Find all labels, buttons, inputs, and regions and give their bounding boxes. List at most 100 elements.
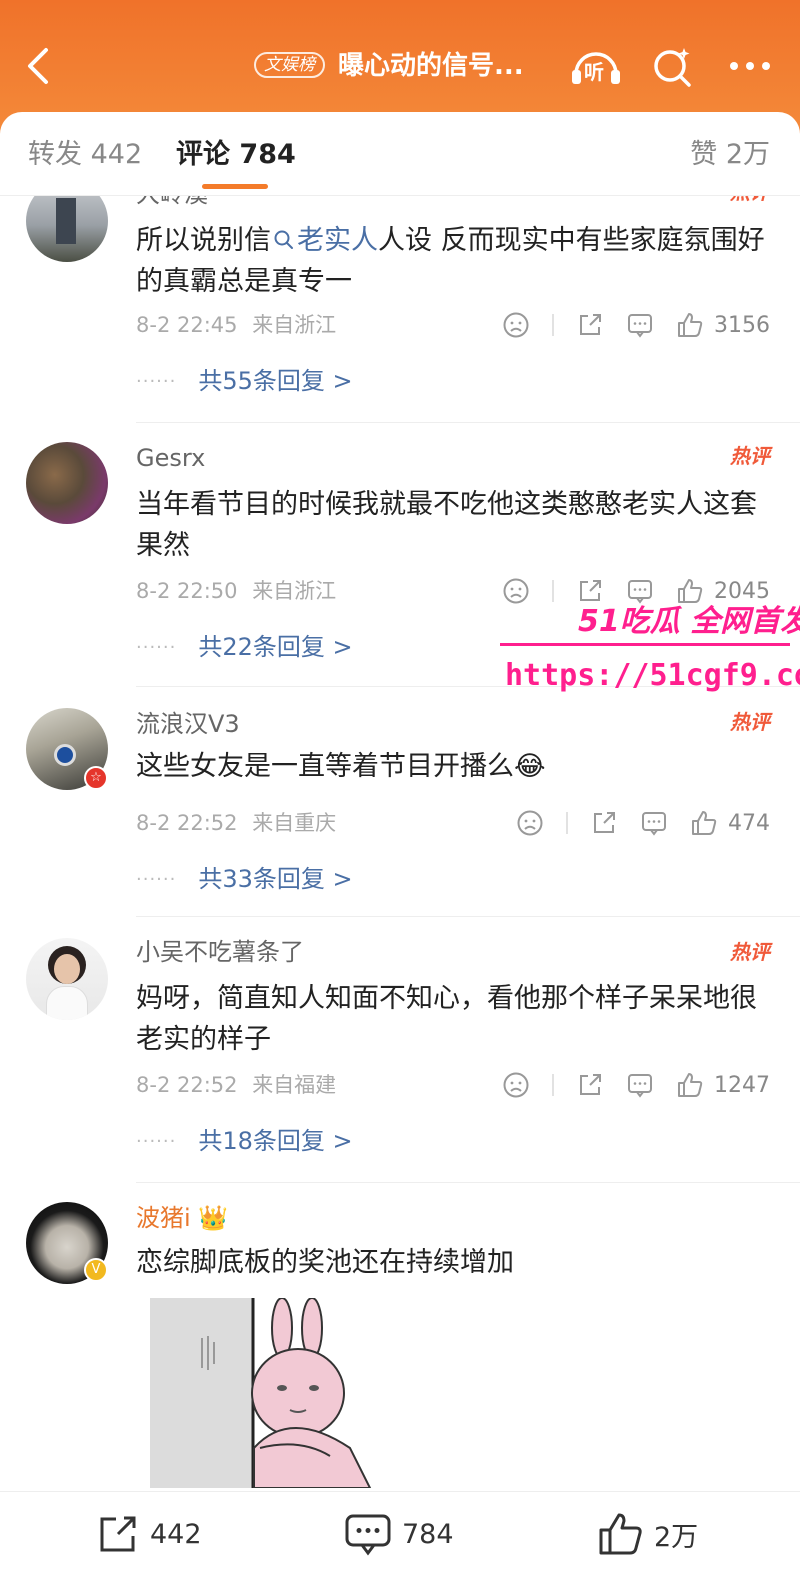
reply-count-label: 共33条回复 > bbox=[198, 865, 353, 893]
comment-actions: 1247 bbox=[480, 1068, 770, 1102]
thumb-up-icon bbox=[678, 1073, 703, 1097]
comment-meta: 8-2 22:52 来自福建 bbox=[136, 1070, 336, 1100]
comment-text-body: 这些女友是一直等着节目开播么 bbox=[136, 751, 514, 782]
share-icon[interactable] bbox=[576, 311, 604, 339]
avatar[interactable] bbox=[26, 196, 108, 262]
comment-location: 来自浙江 bbox=[252, 313, 337, 337]
like-button[interactable]: 1247 bbox=[676, 1071, 770, 1099]
watermark-line-1: 51吃瓜 全网首发 bbox=[578, 604, 800, 639]
reply-icon[interactable] bbox=[626, 311, 654, 339]
thumb-up-icon bbox=[678, 579, 703, 603]
reply-link[interactable]: ······ 共33条回复 > bbox=[136, 862, 353, 897]
comment-meta: 8-2 22:50 来自浙江 bbox=[136, 576, 336, 606]
comment-location: 来自重庆 bbox=[252, 811, 337, 835]
comment-text: 当年看节目的时候我就最不吃他这类憨憨老实人这套 果然 bbox=[136, 489, 757, 561]
divider bbox=[552, 1074, 554, 1096]
topic-link-label: 老实人 bbox=[297, 225, 378, 256]
like-button[interactable]: 3156 bbox=[676, 311, 770, 339]
like-count: 1247 bbox=[714, 1072, 770, 1098]
divider bbox=[552, 580, 554, 602]
comment-actions: 3156 bbox=[480, 308, 770, 342]
watermark-underline bbox=[500, 643, 790, 646]
divider bbox=[136, 1182, 800, 1183]
share-icon bbox=[100, 1516, 136, 1552]
tab-like[interactable]: 赞 2万 bbox=[690, 138, 770, 172]
bottom-comment-count: 784 bbox=[402, 1518, 454, 1550]
back-icon[interactable] bbox=[18, 44, 58, 88]
tab-repost-count: 442 bbox=[90, 139, 143, 170]
reply-link[interactable]: ······ 共55条回复 > bbox=[136, 364, 353, 399]
comment-actions: 474 bbox=[494, 806, 770, 840]
like-count: 474 bbox=[728, 810, 770, 836]
reply-icon[interactable] bbox=[640, 809, 668, 837]
username[interactable]: Gesrx bbox=[136, 442, 205, 474]
thumb-up-icon bbox=[692, 811, 717, 835]
tab-comment[interactable]: 评论 784 bbox=[176, 138, 296, 172]
like-count: 2045 bbox=[714, 578, 770, 604]
tab-bar: 转发 442 评论 784 赞 2万 bbox=[0, 112, 800, 196]
topic-tag[interactable]: 文娱榜 bbox=[254, 52, 325, 78]
tab-like-count: 2万 bbox=[725, 139, 770, 170]
verified-badge-icon: ☆ bbox=[84, 766, 108, 790]
watermark-line-2: https://51cgf9.com bbox=[505, 658, 800, 693]
comment-list[interactable]: 大岭溪 热评 所以说别信老实人人设 反而现实中有些家庭氛围好的真霸总是真专一 8… bbox=[0, 196, 800, 1491]
crown-icon: 👑 bbox=[198, 1204, 229, 1232]
topic-link[interactable]: 老实人 bbox=[271, 225, 378, 256]
bottom-action-bar: 442 784 2万 bbox=[0, 1491, 800, 1571]
divider bbox=[566, 812, 568, 834]
more-icon[interactable] bbox=[726, 44, 774, 88]
sticker-image[interactable] bbox=[150, 1297, 390, 1489]
tab-active-indicator bbox=[202, 184, 268, 189]
reply-dots: ······ bbox=[136, 869, 177, 890]
search-icon[interactable] bbox=[650, 44, 694, 88]
reply-count-label: 共18条回复 > bbox=[198, 1127, 353, 1155]
username[interactable]: 流浪汉V3 bbox=[136, 708, 240, 740]
listen-icon[interactable]: 听 bbox=[568, 44, 624, 88]
reply-link[interactable]: ······ 共22条回复 > bbox=[136, 630, 353, 665]
avatar[interactable] bbox=[26, 442, 108, 524]
face-shape bbox=[54, 954, 80, 984]
share-icon[interactable] bbox=[576, 577, 604, 605]
avatar[interactable] bbox=[26, 938, 108, 1020]
comment-time: 8-2 22:52 bbox=[136, 811, 238, 835]
divider bbox=[136, 916, 800, 917]
comment-text: 妈呀，简直知人知面不知心，看他那个样子呆呆地很老实的样子 bbox=[136, 983, 757, 1055]
reply-icon[interactable] bbox=[626, 577, 654, 605]
comment-time: 8-2 22:45 bbox=[136, 313, 238, 337]
bottom-comment-button[interactable]: 784 bbox=[344, 1512, 454, 1556]
dislike-icon[interactable] bbox=[502, 577, 530, 605]
share-icon[interactable] bbox=[576, 1071, 604, 1099]
like-count: 3156 bbox=[714, 312, 770, 338]
comment-location: 来自浙江 bbox=[252, 579, 337, 603]
username[interactable]: 大岭溪 bbox=[136, 196, 208, 210]
comment-text: 恋综脚底板的奖池还在持续增加 bbox=[136, 1247, 514, 1278]
listen-label: 听 bbox=[584, 60, 604, 84]
username[interactable]: 小吴不吃薯条了 bbox=[136, 936, 304, 968]
tab-repost[interactable]: 转发 442 bbox=[28, 138, 142, 172]
comment-icon bbox=[345, 1514, 391, 1556]
comment-text: 这些女友是一直等着节目开播么😂 bbox=[136, 746, 776, 787]
comment-time: 8-2 22:50 bbox=[136, 579, 238, 603]
comment-meta: 8-2 22:52 来自重庆 bbox=[136, 808, 336, 838]
comment-location: 来自福建 bbox=[252, 1073, 337, 1097]
laugh-cry-emoji-icon: 😂 bbox=[514, 751, 546, 782]
reply-count-label: 共55条回复 > bbox=[198, 367, 353, 395]
username[interactable]: 波猪i 👑 bbox=[136, 1202, 228, 1234]
dislike-icon[interactable] bbox=[502, 1071, 530, 1099]
reply-link[interactable]: ······ 共18条回复 > bbox=[136, 1124, 353, 1159]
hot-badge: 热评 bbox=[730, 196, 770, 206]
share-icon[interactable] bbox=[590, 809, 618, 837]
like-button[interactable]: 2045 bbox=[676, 577, 770, 605]
bottom-like-button[interactable]: 2万 bbox=[598, 1512, 698, 1556]
divider bbox=[136, 422, 800, 423]
comment-time: 8-2 22:52 bbox=[136, 1073, 238, 1097]
comment-text: 所以说别信 老实人人设 反而现实中有些家庭氛围好的真霸总是真专一 bbox=[136, 220, 776, 302]
like-button[interactable]: 474 bbox=[690, 809, 770, 837]
dislike-icon[interactable] bbox=[516, 809, 544, 837]
hot-badge: 热评 bbox=[730, 940, 770, 964]
dislike-icon[interactable] bbox=[502, 311, 530, 339]
bottom-repost-button[interactable]: 442 bbox=[96, 1512, 202, 1556]
reply-icon[interactable] bbox=[626, 1071, 654, 1099]
building-shape bbox=[56, 198, 76, 244]
topic-title[interactable]: 曝心动的信号... bbox=[338, 48, 524, 84]
